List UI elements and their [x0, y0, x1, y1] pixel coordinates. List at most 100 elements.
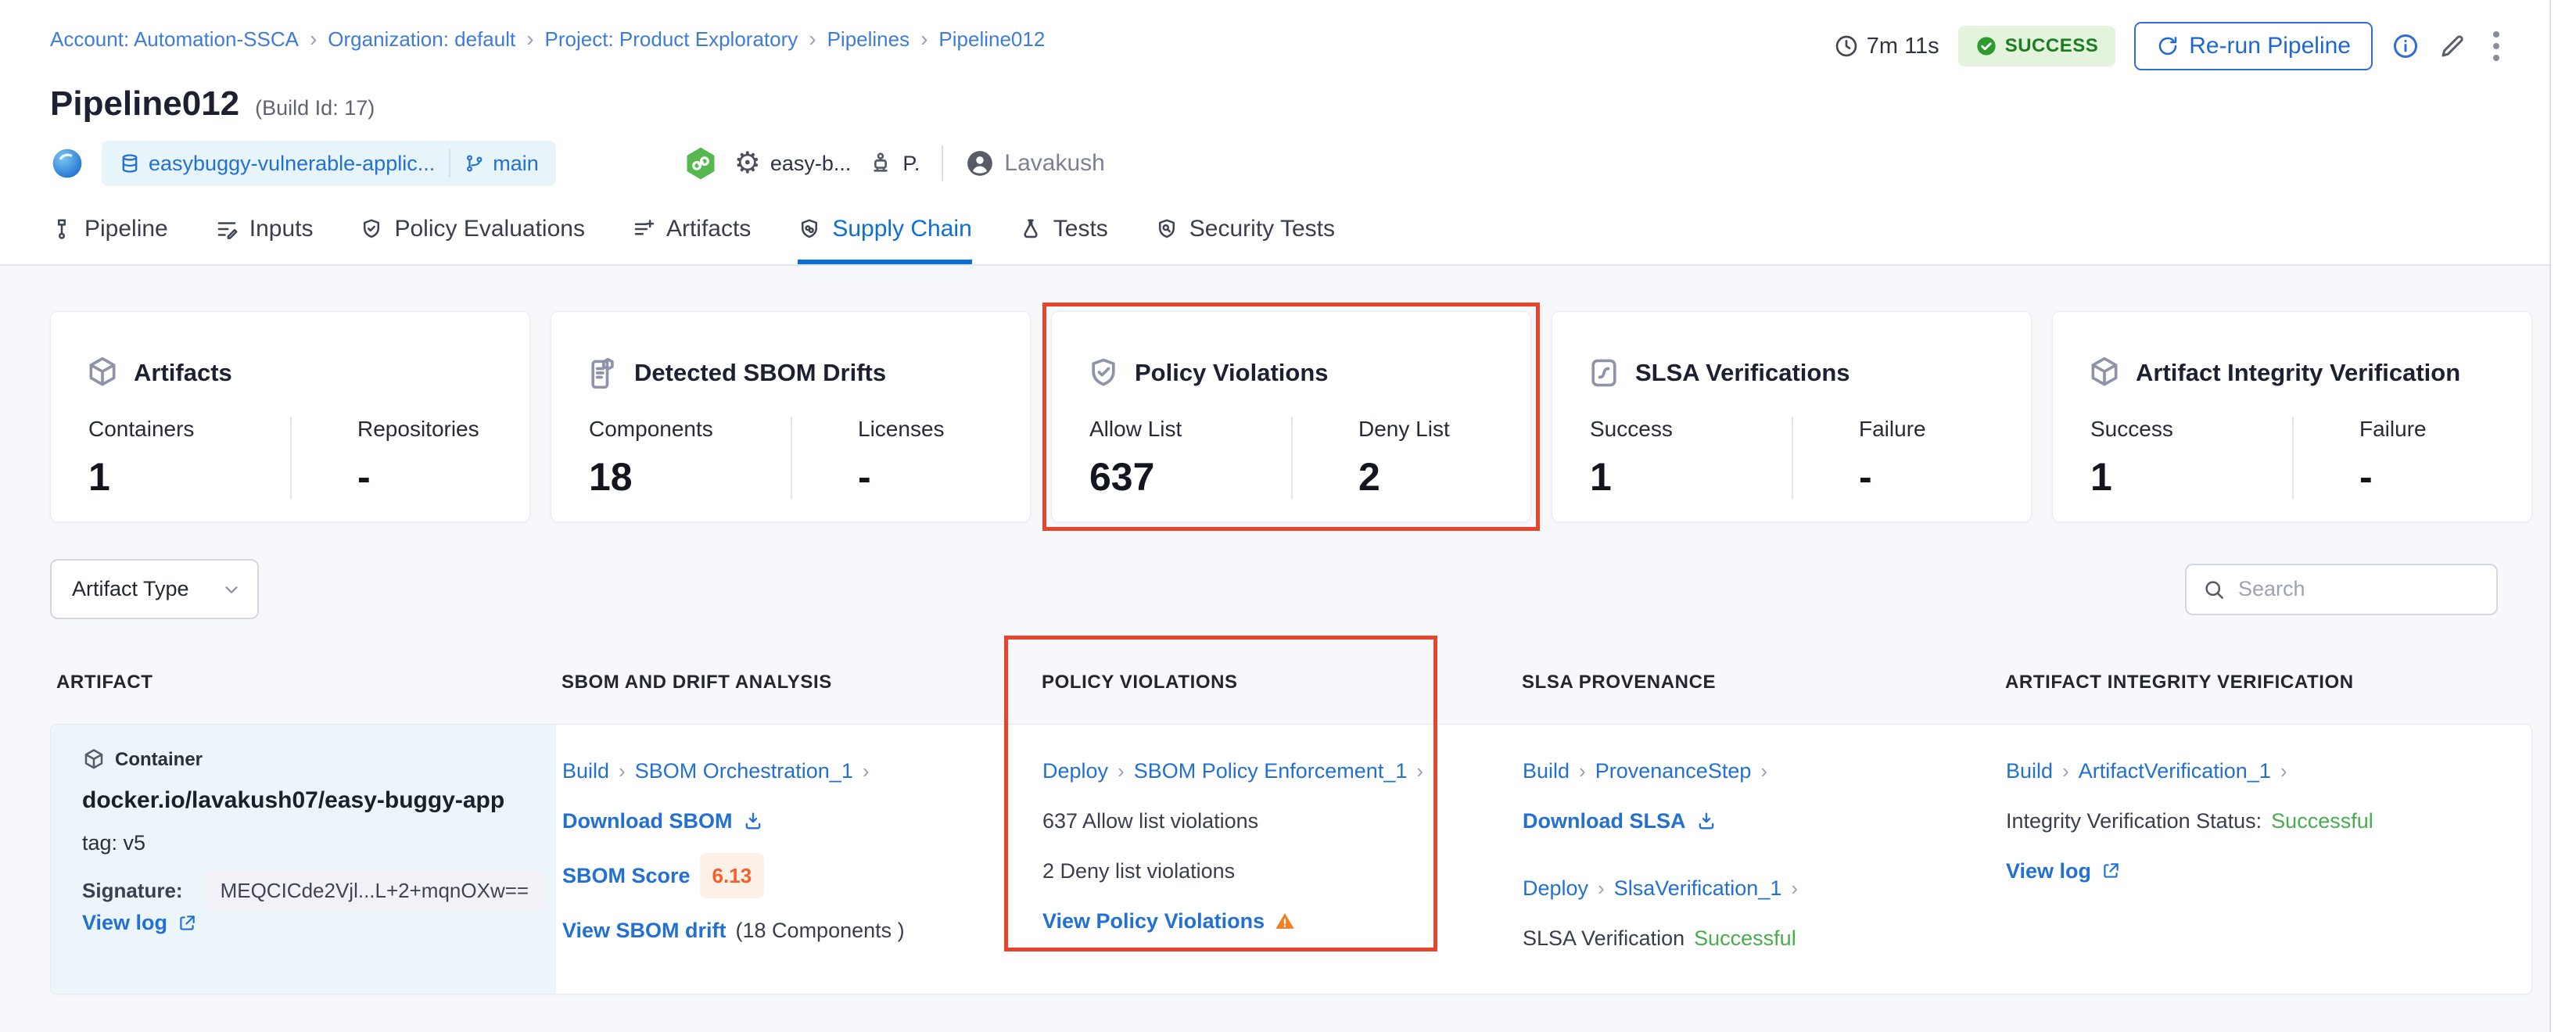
- stat-value: 18: [589, 454, 791, 500]
- repository-icon: [119, 152, 141, 174]
- download-sbom-link[interactable]: Download SBOM: [562, 803, 1013, 839]
- stat-value: 1: [1590, 454, 1792, 500]
- stat-value: -: [858, 454, 996, 500]
- view-policy-violations-label: View Policy Violations: [1042, 903, 1265, 939]
- breadcrumb-separator: ›: [1760, 753, 1767, 789]
- breadcrumb-organization[interactable]: Organization: default: [328, 27, 515, 52]
- trigger-user-icon: [868, 151, 893, 176]
- summary-cards-row: Artifacts Containers 1 Repositories -: [50, 266, 2532, 522]
- card-slsa-verifications: SLSA Verifications Success 1 Failure -: [1552, 311, 2032, 522]
- view-policy-violations-link[interactable]: View Policy Violations: [1042, 903, 1493, 939]
- rerun-pipeline-button[interactable]: Re-run Pipeline: [2134, 22, 2373, 70]
- card-title: SLSA Verifications: [1635, 359, 1850, 387]
- search-input[interactable]: [2238, 577, 2515, 601]
- breadcrumb-project[interactable]: Project: Product Exploratory: [545, 27, 798, 52]
- deny-list-violations: 2 Deny list violations: [1042, 853, 1493, 889]
- artifact-type-label: Container: [115, 749, 203, 771]
- step-link[interactable]: SBOM Policy Enforcement_1: [1134, 753, 1408, 789]
- more-options-kebab-icon[interactable]: [2485, 27, 2507, 66]
- stat-label: Containers: [88, 417, 290, 442]
- status-badge: SUCCESS: [1958, 26, 2116, 66]
- stage-link[interactable]: Build: [562, 753, 609, 789]
- branch-icon: [465, 153, 485, 174]
- step-link[interactable]: SBOM Orchestration_1: [635, 753, 853, 789]
- edit-pencil-icon[interactable]: [2438, 32, 2467, 60]
- breadcrumb-pipeline012[interactable]: Pipeline012: [938, 27, 1045, 52]
- step-link[interactable]: ProvenanceStep: [1595, 753, 1752, 789]
- refresh-icon: [2156, 34, 2180, 58]
- chevron-down-icon: [221, 579, 242, 600]
- artifact-type-dropdown[interactable]: Artifact Type: [50, 559, 259, 619]
- allow-list-violations: 637 Allow list violations: [1042, 803, 1493, 839]
- signature-row: Signature: MEQCICde2Vjl...L+2+mqnOXw==: [82, 871, 533, 911]
- slsa-status-value: Successful: [1694, 920, 1796, 956]
- breadcrumb-separator: ›: [526, 27, 533, 52]
- clock-icon: [1834, 34, 1859, 59]
- stat-label: Success: [1590, 417, 1792, 442]
- header-actions: 7m 11s SUCCESS Re-run Pipeline: [1834, 20, 2507, 72]
- filter-row: Artifact Type: [50, 559, 2532, 619]
- trigger-user[interactable]: P.: [868, 151, 920, 176]
- artifact-view-log-link[interactable]: View log: [82, 911, 533, 935]
- shield-check-icon: [360, 217, 383, 241]
- tab-tests[interactable]: Tests: [1019, 194, 1108, 264]
- meta-divider: [942, 145, 943, 181]
- integrity-status-label: Integrity Verification Status:: [2006, 803, 2262, 839]
- breadcrumb-pipelines[interactable]: Pipelines: [827, 27, 910, 52]
- stat-value: -: [1859, 454, 1997, 500]
- branch-link[interactable]: main: [465, 152, 539, 176]
- tab-security-tests[interactable]: Security Tests: [1155, 194, 1335, 264]
- stat-value: -: [2359, 454, 2497, 500]
- view-sbom-drift-link[interactable]: View SBOM drift: [562, 912, 727, 948]
- stat-label: Failure: [2359, 417, 2497, 442]
- card-title: Artifact Integrity Verification: [2136, 359, 2460, 387]
- stat-label: Components: [589, 417, 791, 442]
- flask-icon: [1019, 217, 1042, 241]
- artifact-tag: tag: v5: [82, 831, 533, 855]
- stage-link[interactable]: Deploy: [1042, 753, 1108, 789]
- artifact-name: docker.io/lavakush07/easy-buggy-app: [82, 787, 533, 814]
- repo-branch-pill: easybuggy-vulnerable-applic... main: [102, 141, 556, 186]
- tab-pipeline[interactable]: Pipeline: [50, 194, 168, 264]
- step-link[interactable]: SlsaVerification_1: [1614, 870, 1782, 906]
- tab-supply-chain[interactable]: Supply Chain: [798, 194, 971, 264]
- trigger-pipeline-ref[interactable]: ⚙ easy-b...: [734, 149, 852, 178]
- integrity-view-log-link[interactable]: View log: [2006, 853, 2510, 889]
- stage-link[interactable]: Build: [1523, 753, 1570, 789]
- stat-allow-list: Allow List 637: [1086, 417, 1291, 500]
- stat-licenses: Licenses -: [791, 417, 996, 500]
- warning-icon: [1274, 910, 1296, 932]
- breadcrumb-account[interactable]: Account: Automation-SSCA: [50, 27, 299, 52]
- breadcrumb-separator: ›: [920, 27, 927, 52]
- column-header-artifact: ARTIFACT: [50, 672, 555, 693]
- stat-components: Components 18: [586, 417, 791, 500]
- executed-by-user: Lavakush: [965, 149, 1104, 178]
- sbom-score-link[interactable]: SBOM Score: [562, 858, 691, 894]
- repository-link[interactable]: easybuggy-vulnerable-applic...: [119, 152, 435, 176]
- card-artifacts: Artifacts Containers 1 Repositories -: [50, 311, 530, 522]
- info-icon[interactable]: [2391, 32, 2420, 60]
- tab-policy-evaluations[interactable]: Policy Evaluations: [360, 194, 584, 264]
- step-link[interactable]: ArtifactVerification_1: [2079, 753, 2271, 789]
- stage-link[interactable]: Deploy: [1523, 870, 1588, 906]
- sbom-step-breadcrumb: Build › SBOM Orchestration_1 ›: [562, 753, 1013, 789]
- trigger-user-initial: P.: [902, 152, 920, 176]
- signature-label: Signature:: [82, 879, 183, 903]
- artifact-type-chip: Container: [82, 748, 533, 772]
- supply-chain-shield-icon: [798, 217, 821, 241]
- card-detected-sbom-drifts: Detected SBOM Drifts Components 18 Licen…: [551, 311, 1031, 522]
- scrollbar-gutter[interactable]: [2549, 0, 2576, 1032]
- tab-artifacts[interactable]: Artifacts: [632, 194, 751, 264]
- build-id: (Build Id: 17): [255, 96, 375, 120]
- page-title: Pipeline012: [50, 84, 239, 124]
- view-log-label: View log: [82, 911, 167, 935]
- integrity-status-row: Integrity Verification Status: Successfu…: [2006, 803, 2510, 839]
- tab-inputs[interactable]: Inputs: [215, 194, 314, 264]
- download-slsa-link[interactable]: Download SLSA: [1523, 803, 1976, 839]
- tab-tests-label: Tests: [1053, 216, 1108, 242]
- status-text: SUCCESS: [2005, 35, 2099, 57]
- stage-link[interactable]: Build: [2006, 753, 2053, 789]
- integrity-cell: Build › ArtifactVerification_1 › Integri…: [2000, 725, 2532, 994]
- breadcrumb-separator: ›: [863, 753, 870, 789]
- stat-failure: Failure -: [1792, 417, 1997, 500]
